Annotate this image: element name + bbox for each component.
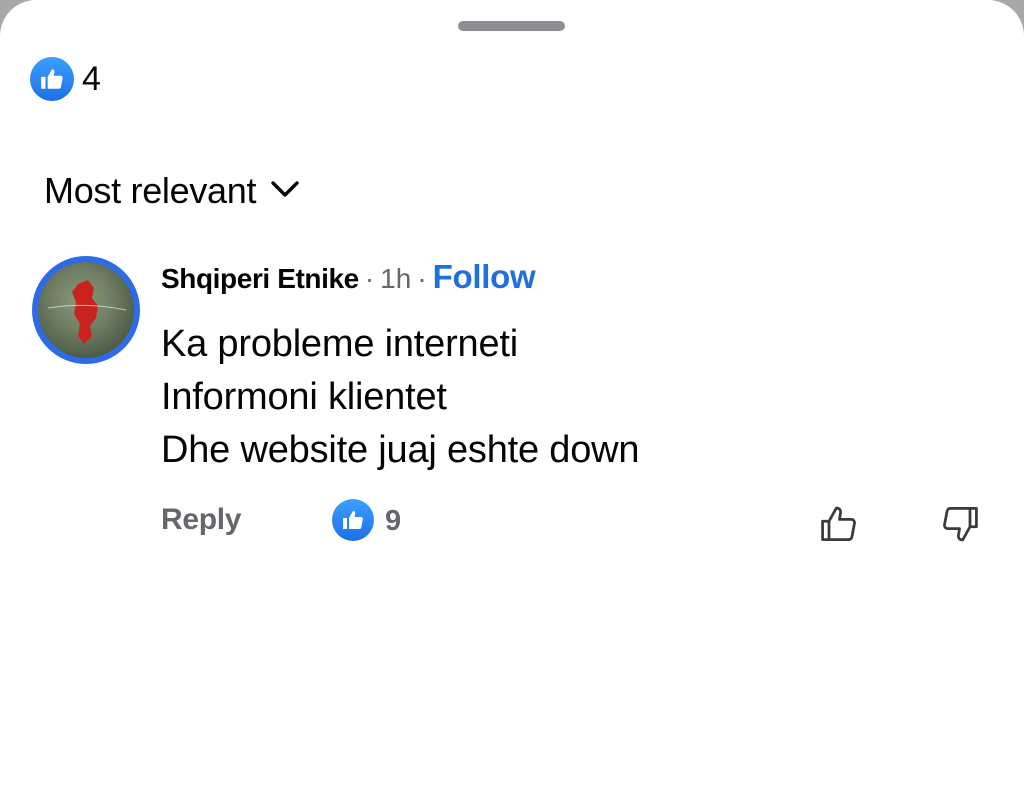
sort-dropdown[interactable]: Most relevant <box>44 170 300 212</box>
thumbs-up-icon <box>332 499 374 541</box>
comment-text-line: Informoni klientet <box>161 376 447 418</box>
reaction-count: 9 <box>385 505 402 537</box>
separator: · <box>364 263 375 294</box>
avatar[interactable] <box>32 256 140 364</box>
author-name[interactable]: Shqiperi Etnike <box>161 263 359 295</box>
chevron-down-icon <box>270 179 300 204</box>
comment-text-line: Ka probleme interneti <box>161 323 519 365</box>
thumbs-down-outline-icon[interactable] <box>937 502 981 546</box>
reply-button[interactable]: Reply <box>161 503 242 537</box>
reactions-count: 4 <box>82 60 101 98</box>
comment-text-line: Dhe website juaj eshte down <box>161 429 640 471</box>
thumbs-up-icon <box>30 57 74 101</box>
comments-sheet: 4 Most relevant Shqiperi Etnike · 1h · F… <box>0 0 1024 793</box>
sort-label: Most relevant <box>44 170 257 211</box>
comment-body: Ka probleme interneti Informoni klientet… <box>161 318 640 477</box>
timestamp: 1h <box>380 263 412 294</box>
sheet-drag-handle[interactable] <box>458 21 565 31</box>
thumbs-up-outline-icon[interactable] <box>818 502 862 546</box>
avatar-image <box>38 262 134 358</box>
follow-button[interactable]: Follow <box>433 258 536 296</box>
separator: · <box>417 263 427 294</box>
comment-header: Shqiperi Etnike · 1h · Follow <box>161 258 536 296</box>
